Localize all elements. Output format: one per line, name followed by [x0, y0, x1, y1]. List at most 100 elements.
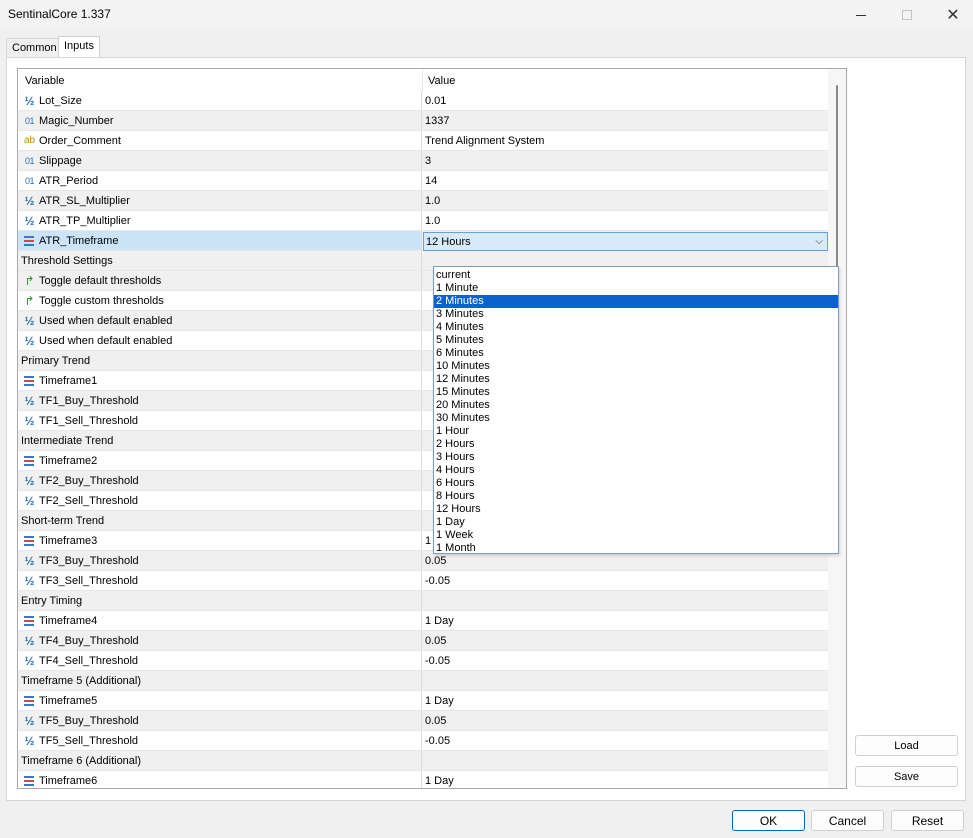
- variable-cell[interactable]: Intermediate Trend: [18, 431, 422, 450]
- dropdown-option[interactable]: 2 Hours: [434, 438, 838, 451]
- variable-cell[interactable]: Timeframe 6 (Additional): [18, 751, 422, 770]
- variable-cell[interactable]: ½ TF2_Buy_Threshold: [18, 471, 422, 490]
- variable-cell[interactable]: ½ TF2_Sell_Threshold: [18, 491, 422, 510]
- value-cell[interactable]: Trend Alignment System: [423, 131, 828, 150]
- dropdown-option[interactable]: current: [434, 269, 838, 282]
- timeframe-dropdown-list[interactable]: current 1 Minute 2 Minutes 3 Minutes 4 Minut…: [433, 266, 839, 554]
- value-cell[interactable]: -0.05: [423, 651, 828, 670]
- dropdown-option[interactable]: 12 Minutes: [434, 373, 838, 386]
- input-row[interactable]: 01 ATR_Period 14: [18, 171, 828, 191]
- variable-cell[interactable]: Short-term Trend: [18, 511, 422, 530]
- dropdown-option[interactable]: 5 Minutes: [434, 334, 838, 347]
- cancel-button[interactable]: Cancel: [811, 810, 884, 831]
- tab-common[interactable]: Common: [6, 38, 63, 58]
- variable-cell[interactable]: Entry Timing: [18, 591, 422, 610]
- dropdown-option[interactable]: 30 Minutes: [434, 412, 838, 425]
- value-cell[interactable]: -0.05: [423, 731, 828, 750]
- column-header-value[interactable]: Value: [428, 75, 455, 87]
- section-row[interactable]: Timeframe 5 (Additional): [18, 671, 828, 691]
- variable-cell[interactable]: ½ Used when default enabled: [18, 311, 422, 330]
- input-row[interactable]: Timeframe4 1 Day: [18, 611, 828, 631]
- variable-cell[interactable]: ½ TF1_Buy_Threshold: [18, 391, 422, 410]
- dropdown-option[interactable]: 2 Minutes: [434, 295, 838, 308]
- dropdown-option[interactable]: 8 Hours: [434, 490, 838, 503]
- input-row[interactable]: Timeframe5 1 Day: [18, 691, 828, 711]
- input-row[interactable]: ½ TF5_Sell_Threshold -0.05: [18, 731, 828, 751]
- variable-cell[interactable]: ½ TF3_Buy_Threshold: [18, 551, 422, 570]
- input-row[interactable]: ½ TF4_Sell_Threshold -0.05: [18, 651, 828, 671]
- variable-cell[interactable]: ½ TF3_Sell_Threshold: [18, 571, 422, 590]
- variable-cell[interactable]: ↱ Toggle default thresholds: [18, 271, 422, 290]
- dropdown-option[interactable]: 4 Minutes: [434, 321, 838, 334]
- input-row[interactable]: ATR_Timeframe 12 Hours ⌵: [18, 231, 828, 251]
- value-cell[interactable]: 0.05: [423, 711, 828, 730]
- dropdown-option[interactable]: 3 Minutes: [434, 308, 838, 321]
- dropdown-option[interactable]: 1 Hour: [434, 425, 838, 438]
- dropdown-option[interactable]: 1 Week: [434, 529, 838, 542]
- variable-cell[interactable]: 01 ATR_Period: [18, 171, 422, 190]
- variable-cell[interactable]: ½ TF1_Sell_Threshold: [18, 411, 422, 430]
- variable-cell[interactable]: 01 Slippage: [18, 151, 422, 170]
- variable-cell[interactable]: ½ Lot_Size: [18, 91, 422, 110]
- dropdown-option[interactable]: 20 Minutes: [434, 399, 838, 412]
- dropdown-option[interactable]: 10 Minutes: [434, 360, 838, 373]
- variable-cell[interactable]: ½ ATR_TP_Multiplier: [18, 211, 422, 230]
- ok-button[interactable]: OK: [732, 810, 805, 831]
- input-row[interactable]: ½ TF3_Sell_Threshold -0.05: [18, 571, 828, 591]
- dropdown-option[interactable]: 15 Minutes: [434, 386, 838, 399]
- input-row[interactable]: ½ TF5_Buy_Threshold 0.05: [18, 711, 828, 731]
- variable-cell[interactable]: 01 Magic_Number: [18, 111, 422, 130]
- reset-button[interactable]: Reset: [891, 810, 964, 831]
- variable-cell[interactable]: ½ TF5_Buy_Threshold: [18, 711, 422, 730]
- variable-cell[interactable]: Timeframe5: [18, 691, 422, 710]
- variable-cell[interactable]: Timeframe6: [18, 771, 422, 788]
- dropdown-option[interactable]: 3 Hours: [434, 451, 838, 464]
- variable-cell[interactable]: ½ Used when default enabled: [18, 331, 422, 350]
- value-cell[interactable]: 1 Day: [423, 691, 828, 710]
- variable-cell[interactable]: ½ ATR_SL_Multiplier: [18, 191, 422, 210]
- variable-cell[interactable]: Threshold Settings: [18, 251, 422, 270]
- dropdown-option[interactable]: 1 Minute: [434, 282, 838, 295]
- value-cell[interactable]: 0.05: [423, 631, 828, 650]
- dropdown-option[interactable]: 1 Month: [434, 542, 838, 555]
- dropdown-option[interactable]: 6 Hours: [434, 477, 838, 490]
- variable-cell[interactable]: ab Order_Comment: [18, 131, 422, 150]
- input-row[interactable]: ½ ATR_TP_Multiplier 1.0: [18, 211, 828, 231]
- value-cell[interactable]: -0.05: [423, 571, 828, 590]
- value-cell[interactable]: 1.0: [423, 191, 828, 210]
- minimize-button[interactable]: [838, 0, 884, 30]
- variable-cell[interactable]: ↱ Toggle custom thresholds: [18, 291, 422, 310]
- input-row[interactable]: ½ ATR_SL_Multiplier 1.0: [18, 191, 828, 211]
- section-row[interactable]: Entry Timing: [18, 591, 828, 611]
- variable-cell[interactable]: Timeframe2: [18, 451, 422, 470]
- input-row[interactable]: ½ Lot_Size 0.01: [18, 91, 828, 111]
- value-cell[interactable]: 0.01: [423, 91, 828, 110]
- variable-cell[interactable]: Timeframe1: [18, 371, 422, 390]
- value-cell[interactable]: 1 Day: [423, 771, 828, 788]
- variable-cell[interactable]: ½ TF4_Buy_Threshold: [18, 631, 422, 650]
- value-cell[interactable]: 14: [423, 171, 828, 190]
- section-row[interactable]: Timeframe 6 (Additional): [18, 751, 828, 771]
- dropdown-option[interactable]: 1 Day: [434, 516, 838, 529]
- dropdown-option[interactable]: 6 Minutes: [434, 347, 838, 360]
- input-row[interactable]: ab Order_Comment Trend Alignment System: [18, 131, 828, 151]
- column-header-variable[interactable]: Variable: [25, 75, 65, 87]
- input-row[interactable]: Timeframe6 1 Day: [18, 771, 828, 788]
- variable-cell[interactable]: ½ TF4_Sell_Threshold: [18, 651, 422, 670]
- value-cell[interactable]: 3: [423, 151, 828, 170]
- dropdown-option[interactable]: 4 Hours: [434, 464, 838, 477]
- close-button[interactable]: ✕: [930, 0, 973, 30]
- load-button[interactable]: Load: [855, 735, 958, 756]
- atr-timeframe-select[interactable]: 12 Hours ⌵: [423, 232, 828, 251]
- variable-cell[interactable]: ½ TF5_Sell_Threshold: [18, 731, 422, 750]
- variable-cell[interactable]: Timeframe 5 (Additional): [18, 671, 422, 690]
- value-cell[interactable]: 1.0: [423, 211, 828, 230]
- tab-inputs[interactable]: Inputs: [58, 36, 100, 58]
- value-cell[interactable]: 1 Day: [423, 611, 828, 630]
- chevron-down-icon[interactable]: ⌵: [815, 236, 823, 247]
- variable-cell[interactable]: Timeframe4: [18, 611, 422, 630]
- input-row[interactable]: 01 Magic_Number 1337: [18, 111, 828, 131]
- input-row[interactable]: ½ TF4_Buy_Threshold 0.05: [18, 631, 828, 651]
- save-button[interactable]: Save: [855, 766, 958, 787]
- variable-cell[interactable]: ATR_Timeframe: [18, 231, 422, 250]
